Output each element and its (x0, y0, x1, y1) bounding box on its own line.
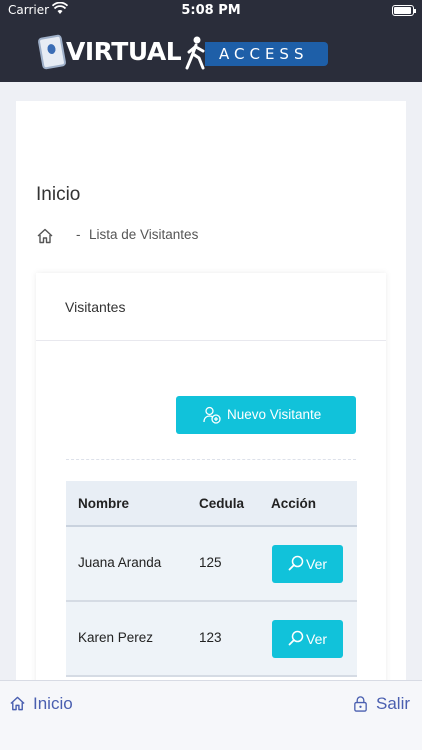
card-title: Visitantes (65, 299, 126, 315)
new-visitor-label: Nuevo Visitante (227, 407, 322, 422)
id-badge-icon (37, 34, 67, 70)
search-icon (288, 630, 304, 646)
breadcrumb: - Lista de Visitantes (36, 227, 336, 245)
card-header: Visitantes (36, 273, 386, 341)
bottom-tab-bar: Inicio Salir (0, 680, 422, 750)
logo-text-virtual: VIRTUAL (66, 37, 182, 66)
visitors-card: Visitantes Nuevo Visitante Nombre Cedula… (36, 273, 386, 713)
add-user-icon (203, 406, 221, 424)
view-button-label: Ver (306, 556, 328, 572)
visitor-cedula: 123 (199, 630, 222, 645)
table-header: Nombre Cedula Acción (66, 481, 357, 527)
divider (66, 459, 356, 460)
status-bar: Carrier 5:08 PM (0, 0, 422, 22)
tab-inicio[interactable]: Inicio (9, 693, 89, 717)
clock: 5:08 PM (181, 3, 241, 18)
column-header-nombre: Nombre (78, 496, 130, 511)
battery-icon (392, 5, 416, 16)
column-header-accion: Acción (271, 496, 317, 511)
breadcrumb-current: Lista de Visitantes (89, 227, 199, 242)
visitor-cedula: 125 (199, 555, 222, 570)
lock-icon (354, 696, 367, 712)
home-icon[interactable] (36, 227, 54, 245)
logo-text-access: ACCESS (205, 42, 328, 66)
home-icon (10, 696, 25, 711)
view-button[interactable]: Ver (272, 620, 343, 658)
view-button-label: Ver (306, 631, 328, 647)
tab-salir-label: Salir (376, 694, 411, 713)
visitor-name: Karen Perez (78, 630, 154, 645)
table-row: Karen Perez 123 Ver (66, 602, 357, 677)
search-icon (288, 555, 304, 571)
view-button[interactable]: Ver (272, 545, 343, 583)
visitor-name: Juana Aranda (78, 555, 162, 570)
tab-salir[interactable]: Salir (352, 693, 416, 717)
main-panel: Inicio - Lista de Visitantes Visitantes … (16, 101, 406, 713)
new-visitor-button[interactable]: Nuevo Visitante (176, 396, 356, 434)
page-title: Inicio (36, 184, 81, 205)
app-logo: VIRTUAL ACCESS (37, 34, 330, 70)
breadcrumb-separator: - (76, 227, 81, 242)
tab-inicio-label: Inicio (33, 694, 73, 713)
app-header: Carrier 5:08 PM VIRTUAL ACCESS (0, 0, 422, 82)
table-row: Juana Aranda 125 Ver (66, 527, 357, 602)
column-header-cedula: Cedula (199, 496, 245, 511)
